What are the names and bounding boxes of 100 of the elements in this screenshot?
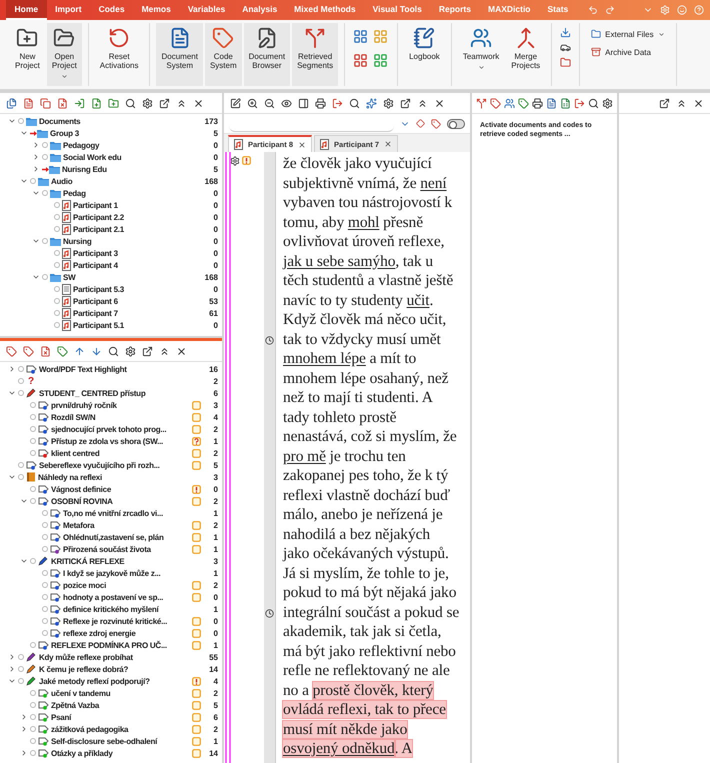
activation-dot[interactable]: [42, 190, 48, 196]
chevron-icon[interactable]: [32, 237, 40, 245]
document-tree-item[interactable]: Group 3: [48, 128, 202, 138]
undock-icon[interactable]: [159, 98, 170, 108]
code-tree-item[interactable]: Jaké metody reflexí podporují?: [37, 676, 190, 686]
ribbon-tab[interactable]: Memos: [133, 0, 180, 20]
document-tree-item[interactable]: Pedagogy: [61, 140, 202, 150]
code-tree-item[interactable]: Náhledy na reflexi: [36, 472, 190, 482]
document-tree-item[interactable]: Nursing: [61, 236, 202, 246]
close-icon[interactable]: [193, 98, 204, 108]
activation-dot[interactable]: [18, 378, 24, 384]
activation-dot[interactable]: [30, 642, 36, 648]
close-icon[interactable]: [176, 346, 187, 356]
activation-dot[interactable]: [30, 414, 36, 420]
activation-dot[interactable]: [54, 226, 60, 232]
code-tree-item[interactable]: učení v tandemu: [49, 688, 190, 698]
code-tree-item[interactable]: Přístup ze zdola vs shora (SW...: [49, 436, 190, 446]
ribbon-tab[interactable]: Variables: [179, 0, 234, 20]
code-tree-item[interactable]: hodnoty a postavení ve sp...: [61, 592, 190, 602]
activation-dot[interactable]: [54, 202, 60, 208]
ribbon-tab[interactable]: Home: [6, 0, 47, 20]
activation-dot[interactable]: [30, 750, 36, 756]
edit-icon[interactable]: [230, 98, 241, 108]
code-tree-item[interactable]: Ohlédnutí,zastavení se, plán: [61, 532, 190, 542]
ribbon-button[interactable]: Teamwork: [458, 23, 504, 86]
document-tree-item[interactable]: Pedag: [61, 188, 202, 198]
activation-dot[interactable]: [30, 690, 36, 696]
activation-dot[interactable]: [42, 522, 48, 528]
filter-icon[interactable]: [40, 346, 51, 356]
activation-dot[interactable]: [30, 402, 36, 408]
chevron-icon[interactable]: [8, 665, 16, 673]
tag-icon[interactable]: [431, 118, 441, 128]
document-tree-item[interactable]: Participant 6: [71, 296, 202, 306]
documents-icon[interactable]: [6, 98, 17, 108]
ribbon-tab[interactable]: Mixed Methods: [286, 0, 364, 20]
ribbon-button[interactable]: Document Browser: [244, 23, 290, 86]
chevron-icon[interactable]: [8, 365, 16, 373]
download-icon[interactable]: [560, 27, 572, 38]
document-tree-item[interactable]: Participant 2.2: [71, 212, 202, 222]
settings-icon[interactable]: [230, 156, 240, 166]
excel-icon[interactable]: [560, 98, 571, 108]
ribbon-button[interactable]: New Project: [10, 23, 45, 86]
ribbon-button[interactable]: Reset Activations: [94, 23, 144, 86]
undock-icon[interactable]: [400, 98, 411, 108]
close-icon[interactable]: [384, 140, 392, 148]
close-icon[interactable]: [693, 98, 704, 108]
activation-dot[interactable]: [18, 678, 24, 684]
export-icon[interactable]: [332, 98, 343, 108]
alert-memo-icon[interactable]: [242, 156, 251, 165]
print-icon[interactable]: [315, 98, 326, 108]
ribbon-button[interactable]: External Files: [588, 27, 668, 41]
activation-dot[interactable]: [42, 546, 48, 552]
chevron-icon[interactable]: [20, 749, 28, 757]
code-tree-item[interactable]: Word/PDF Text Highlight: [37, 364, 190, 374]
toggle-switch[interactable]: [447, 118, 465, 128]
activation-arrow-icon[interactable]: [42, 166, 49, 172]
activation-dot[interactable]: [54, 262, 60, 268]
chevron-icon[interactable]: [8, 389, 16, 397]
activation-dot[interactable]: [30, 426, 36, 432]
code-tree-item[interactable]: reflexe zdroj energie: [61, 628, 190, 638]
activation-dot[interactable]: [30, 726, 36, 732]
activation-dot[interactable]: [18, 474, 24, 480]
collapse-icon[interactable]: [417, 98, 428, 108]
settings-icon[interactable]: [602, 98, 613, 108]
activation-dot[interactable]: [18, 118, 24, 124]
zoom-out-icon[interactable]: [264, 98, 275, 108]
code-tree-item[interactable]: REFLEXE PODMÍNKA PRO UČ...: [49, 640, 190, 650]
activation-dot[interactable]: [54, 250, 60, 256]
search-icon[interactable]: [108, 346, 119, 356]
alert-memo-icon[interactable]: [192, 484, 200, 494]
chevron-icon[interactable]: [20, 725, 28, 733]
ribbon-tab[interactable]: Import: [46, 0, 90, 20]
activation-dot[interactable]: [42, 570, 48, 576]
activation-dot[interactable]: [54, 286, 60, 292]
document-tree-item[interactable]: Participant 5.3: [71, 284, 202, 294]
ribbon-button[interactable]: Logbook: [404, 23, 445, 86]
code-tree-item[interactable]: Self-disclosure sebe-odhalení: [49, 736, 190, 746]
code-tree-item[interactable]: KRITICKÁ REFLEXE: [49, 556, 190, 566]
code-tree-item[interactable]: STUDENT_ CENTRED přístup: [37, 388, 190, 398]
document-tree-item[interactable]: Participant 2.1: [71, 224, 202, 234]
activation-dot[interactable]: [42, 154, 48, 160]
code-tree-item[interactable]: Reflexe je rozvinuté kritické...: [61, 616, 190, 626]
code-tree-item[interactable]: Kdy může reflexe probíhat: [37, 652, 190, 662]
code-tree-item[interactable]: I když se jazykově může z...: [61, 568, 190, 578]
help-icon[interactable]: [694, 5, 704, 15]
ribbon-button[interactable]: Code System: [204, 23, 242, 86]
chevron-icon[interactable]: [32, 273, 40, 281]
code-tree-item[interactable]: Vágnost definice: [49, 484, 190, 494]
activation-dot[interactable]: [42, 238, 48, 244]
arrow-up-icon[interactable]: [74, 346, 85, 356]
code-tree-item[interactable]: pozice moci: [61, 580, 190, 590]
settings-icon[interactable]: [125, 346, 136, 356]
ribbon-button[interactable]: Document System: [156, 23, 203, 86]
activation-dot[interactable]: [30, 702, 36, 708]
document-plus-icon[interactable]: [91, 98, 102, 108]
ribbon-button[interactable]: Open Project: [46, 23, 82, 86]
code-tree-item[interactable]: Zpětná Vazba: [49, 700, 190, 710]
grid-icon[interactable]: [353, 53, 368, 68]
document-remove-icon[interactable]: [57, 98, 68, 108]
code-tree-item[interactable]: definice kritického myšlení: [61, 604, 190, 614]
